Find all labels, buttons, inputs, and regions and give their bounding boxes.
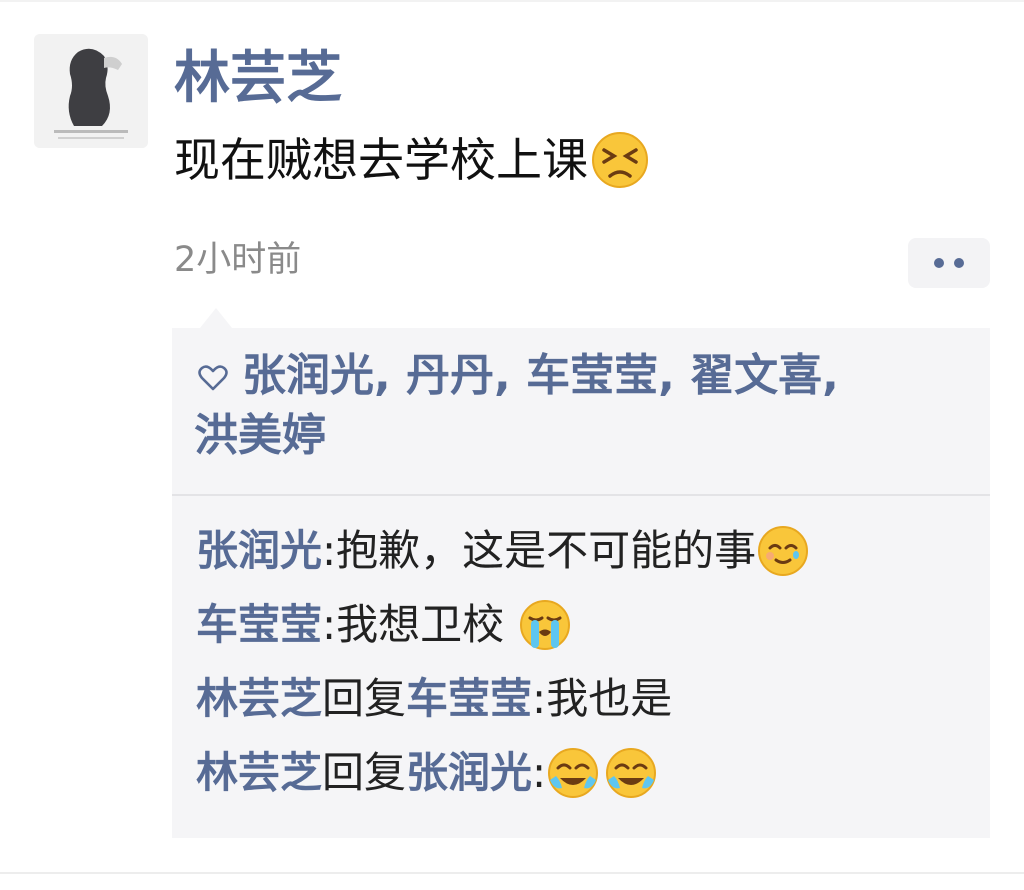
avatar-image: [34, 34, 148, 148]
comment-author[interactable]: 林芸芝: [196, 737, 322, 809]
panel-pointer: [200, 308, 232, 328]
reply-word: 回复: [322, 748, 407, 797]
reply-to-name[interactable]: 车莹莹: [406, 663, 532, 735]
post-timestamp: 2小时前: [174, 240, 302, 280]
comments-list: 张润光 : 抱歉，这是不可能的事 车莹莹 : 我想卫校 林芸芝 回复 车莹莹:…: [196, 514, 976, 810]
likes-names-line1[interactable]: 张润光, 丹丹, 车莹莹, 翟文喜,: [242, 350, 839, 401]
persevering-face-icon: [592, 132, 648, 188]
comment-text: 我想卫校: [336, 600, 518, 649]
heart-outline-icon: [198, 365, 228, 391]
bottom-divider: [0, 872, 1024, 874]
reply-to-name[interactable]: 张润光: [406, 737, 532, 809]
comment-separator: :: [532, 674, 547, 723]
face-with-tears-of-joy-icon: [606, 748, 657, 798]
post-text-content: 现在贼想去学校上课: [174, 133, 588, 187]
comment-text: 我也是: [546, 674, 673, 723]
likes-list: 张润光, 丹丹, 车莹莹, 翟文喜, 洪美婷: [194, 346, 974, 466]
comment-item[interactable]: 林芸芝 回复 车莹莹 : 我也是: [196, 662, 976, 736]
comment-separator: :: [532, 748, 547, 797]
loudly-crying-face-icon: [519, 600, 570, 650]
post-text: 现在贼想去学校上课: [174, 128, 650, 192]
reply-word: 回复: [322, 674, 407, 723]
panel-divider: [172, 494, 990, 496]
comment-text: 抱歉，这是不可能的事: [336, 526, 757, 575]
more-dot-icon: [954, 258, 964, 268]
avatar[interactable]: [34, 34, 148, 148]
smiling-face-with-tear-icon: [758, 526, 809, 576]
likes-comments-panel: 张润光, 丹丹, 车莹莹, 翟文喜, 洪美婷 张润光 : 抱歉，这是不可能的事 …: [172, 328, 990, 838]
comment-author[interactable]: 张润光: [196, 515, 322, 587]
comment-separator: :: [322, 600, 337, 649]
top-divider: [0, 0, 1024, 2]
likes-names-line2[interactable]: 洪美婷: [194, 410, 326, 461]
comment-item[interactable]: 张润光 : 抱歉，这是不可能的事: [196, 514, 976, 588]
comment-author[interactable]: 车莹莹: [196, 589, 322, 661]
comment-author[interactable]: 林芸芝: [196, 663, 322, 735]
more-dot-icon: [934, 258, 944, 268]
face-with-tears-of-joy-icon: [548, 748, 599, 798]
comment-item[interactable]: 车莹莹 : 我想卫校: [196, 588, 976, 662]
post-author-name[interactable]: 林芸芝: [174, 44, 342, 114]
comment-item[interactable]: 林芸芝 回复 张润光 :: [196, 736, 976, 810]
comment-separator: :: [322, 526, 337, 575]
more-actions-button[interactable]: [908, 238, 990, 288]
